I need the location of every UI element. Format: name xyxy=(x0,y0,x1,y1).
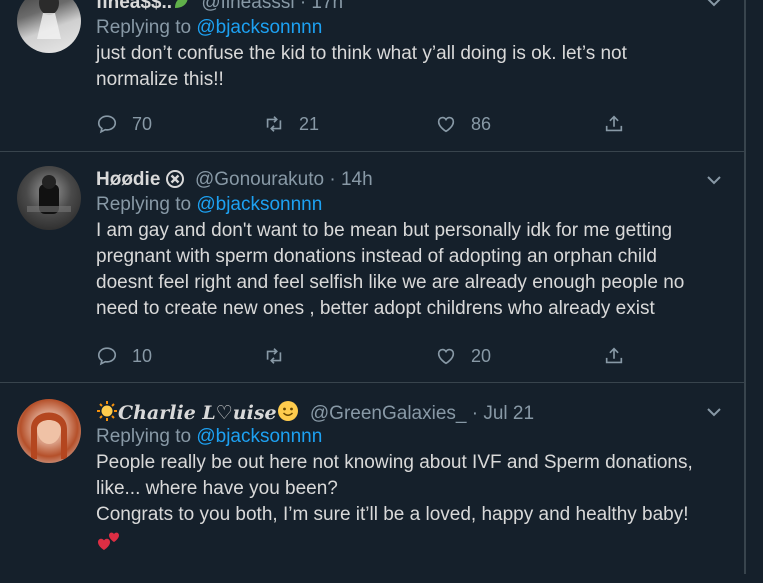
tweet-content: Høødie @Gonourakuto · 14h Replying to @b… xyxy=(96,168,720,322)
tweet-text: I am gay and don't want to be mean but p… xyxy=(96,218,720,322)
replying-to: Replying to @bjacksonnnn xyxy=(96,424,720,450)
mention-link[interactable]: @bjacksonnnn xyxy=(196,17,322,38)
avatar[interactable] xyxy=(17,399,81,463)
tweet-text-line: pregnant with sperm donations instead of… xyxy=(96,246,657,267)
like-count: 20 xyxy=(471,345,492,366)
reply-button[interactable]: 70 xyxy=(96,111,152,137)
retweet-button[interactable] xyxy=(263,343,299,369)
tweet-text: People really be out here not knowing ab… xyxy=(96,450,720,554)
tweet-text: just don’t confuse the kid to think what… xyxy=(96,41,720,93)
mention-link[interactable]: @bjacksonnnn xyxy=(196,426,322,447)
tweet-header: finea$$.. @fineasssi · 17h xyxy=(96,0,720,15)
avatar[interactable] xyxy=(17,166,81,230)
chevron-down-icon[interactable] xyxy=(704,402,724,422)
chevron-down-icon[interactable] xyxy=(704,170,724,190)
replying-to-label: Replying to xyxy=(96,17,192,38)
reply-button[interactable]: 10 xyxy=(96,343,152,369)
retweet-icon xyxy=(266,116,282,132)
reply-count: 70 xyxy=(132,113,153,134)
tweet-text-line: Congrats to you both, I’m sure it’ll be … xyxy=(96,504,689,525)
display-name[interactable]: Charlie L♡uise xyxy=(118,402,277,424)
replying-to-label: Replying to xyxy=(96,426,192,447)
handle-and-time[interactable]: @Gonourakuto · 14h xyxy=(195,169,373,190)
tweet-text-line: I am gay and don't want to be mean but p… xyxy=(96,220,673,241)
tweet-text-line: need to create new ones , better adopt c… xyxy=(96,298,655,319)
handle-and-time[interactable]: @GreenGalaxies_ · Jul 21 xyxy=(310,403,534,424)
tweet-text-line: doesnt feel right and feel selfish like … xyxy=(96,272,685,293)
reply-icon xyxy=(97,347,117,366)
like-button[interactable]: 86 xyxy=(435,111,491,137)
avatar[interactable] xyxy=(17,0,81,53)
replying-to-label: Replying to xyxy=(96,194,192,215)
share-button[interactable] xyxy=(603,343,625,369)
like-count: 86 xyxy=(471,113,492,134)
share-icon xyxy=(605,115,623,132)
tweet-content: finea$$.. @fineasssi · 17h Replying to @… xyxy=(96,0,720,93)
scrollbar-track[interactable] xyxy=(744,0,746,574)
replying-to: Replying to @bjacksonnnn xyxy=(96,192,720,218)
like-icon xyxy=(437,116,455,133)
tweet-actions: 10 20 xyxy=(96,343,696,369)
display-name[interactable]: Høødie xyxy=(96,169,160,190)
tweet-header: Høødie @Gonourakuto · 14h xyxy=(96,168,720,192)
share-icon xyxy=(605,347,623,364)
two-hearts-emoji-icon xyxy=(96,528,720,554)
replying-to: Replying to @bjacksonnnn xyxy=(96,15,720,41)
like-icon xyxy=(437,348,455,365)
reply-icon xyxy=(97,115,117,134)
handle-and-time[interactable]: @fineasssi · 17h xyxy=(201,0,343,13)
tweet-text-line: People really be out here not knowing ab… xyxy=(96,452,693,473)
share-button[interactable] xyxy=(603,111,625,137)
display-name[interactable]: finea$$.. xyxy=(96,0,172,13)
retweet-icon xyxy=(266,348,282,364)
tweet-actions: 70 21 86 xyxy=(96,111,696,137)
reply-count: 10 xyxy=(132,345,153,366)
like-button[interactable]: 20 xyxy=(435,343,491,369)
tweet-text-line: like... where have you been? xyxy=(96,478,338,499)
retweet-count: 21 xyxy=(299,113,320,134)
tweet-text-line: normalize this!! xyxy=(96,69,224,90)
tweet-1[interactable]: finea$$.. @fineasssi · 17h Replying to @… xyxy=(0,0,744,152)
retweet-button[interactable]: 21 xyxy=(263,111,319,137)
tweet-content: Charlie L♡uise @GreenGalaxies_ · Jul 21 … xyxy=(96,400,720,554)
tweet-3[interactable]: Charlie L♡uise @GreenGalaxies_ · Jul 21 … xyxy=(0,383,744,583)
chevron-down-icon[interactable] xyxy=(704,0,724,12)
tweet-header: Charlie L♡uise @GreenGalaxies_ · Jul 21 xyxy=(96,400,720,424)
mention-link[interactable]: @bjacksonnnn xyxy=(196,194,322,215)
tweet-text-line: just don’t confuse the kid to think what… xyxy=(96,43,627,64)
tweet-2[interactable]: Høødie @Gonourakuto · 14h Replying to @b… xyxy=(0,152,744,383)
